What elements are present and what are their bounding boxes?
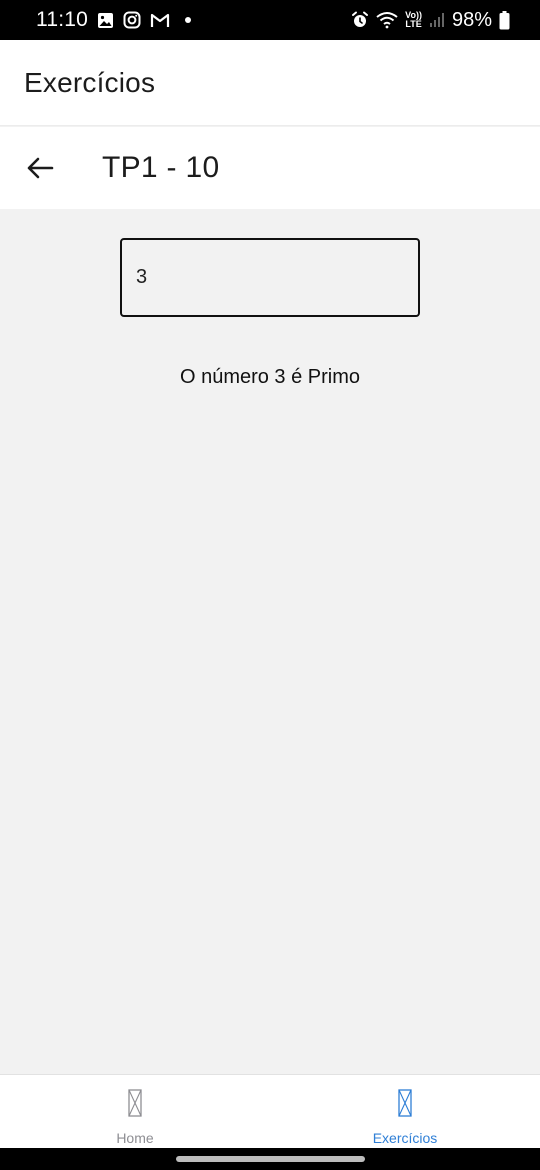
missing-image-icon	[398, 1089, 412, 1122]
screen: 11:10 Vo)) LTE 98% Exercícios TP1 - 10 3…	[0, 0, 540, 1170]
system-nav-area	[0, 1148, 540, 1170]
home-indicator[interactable]	[176, 1156, 365, 1162]
missing-image-icon	[128, 1089, 142, 1122]
status-bar: 11:10 Vo)) LTE 98%	[0, 0, 540, 40]
status-time: 11:10	[36, 8, 88, 31]
status-left: 11:10	[36, 8, 191, 32]
alarm-icon	[351, 11, 369, 29]
result-text: O número 3 é Primo	[179, 366, 361, 388]
tab-exercicios-label: Exercícios	[372, 1130, 438, 1146]
instagram-icon	[123, 11, 141, 29]
bottom-tab-bar: Home Exercícios	[0, 1074, 540, 1148]
battery-icon	[499, 10, 510, 30]
gallery-icon	[97, 12, 114, 29]
status-right: Vo)) LTE 98%	[351, 9, 510, 32]
tab-home[interactable]: Home	[0, 1075, 270, 1148]
wifi-icon	[376, 11, 398, 29]
number-input[interactable]	[120, 238, 420, 317]
notification-dot	[185, 17, 191, 23]
sub-header: TP1 - 10	[0, 127, 540, 209]
signal-icon	[429, 12, 445, 28]
gmail-icon	[150, 12, 170, 28]
volte-icon: Vo)) LTE	[405, 11, 422, 29]
app-header: Exercícios	[0, 40, 540, 126]
arrow-left-icon	[26, 156, 54, 180]
tab-exercicios[interactable]: Exercícios	[270, 1075, 540, 1148]
app-title: Exercícios	[24, 66, 156, 98]
volte-bottom-label: LTE	[405, 19, 422, 29]
screen-title: TP1 - 10	[102, 151, 220, 184]
battery-percent: 98%	[451, 8, 492, 31]
tab-home-label: Home	[116, 1130, 154, 1146]
back-button[interactable]	[22, 150, 58, 186]
